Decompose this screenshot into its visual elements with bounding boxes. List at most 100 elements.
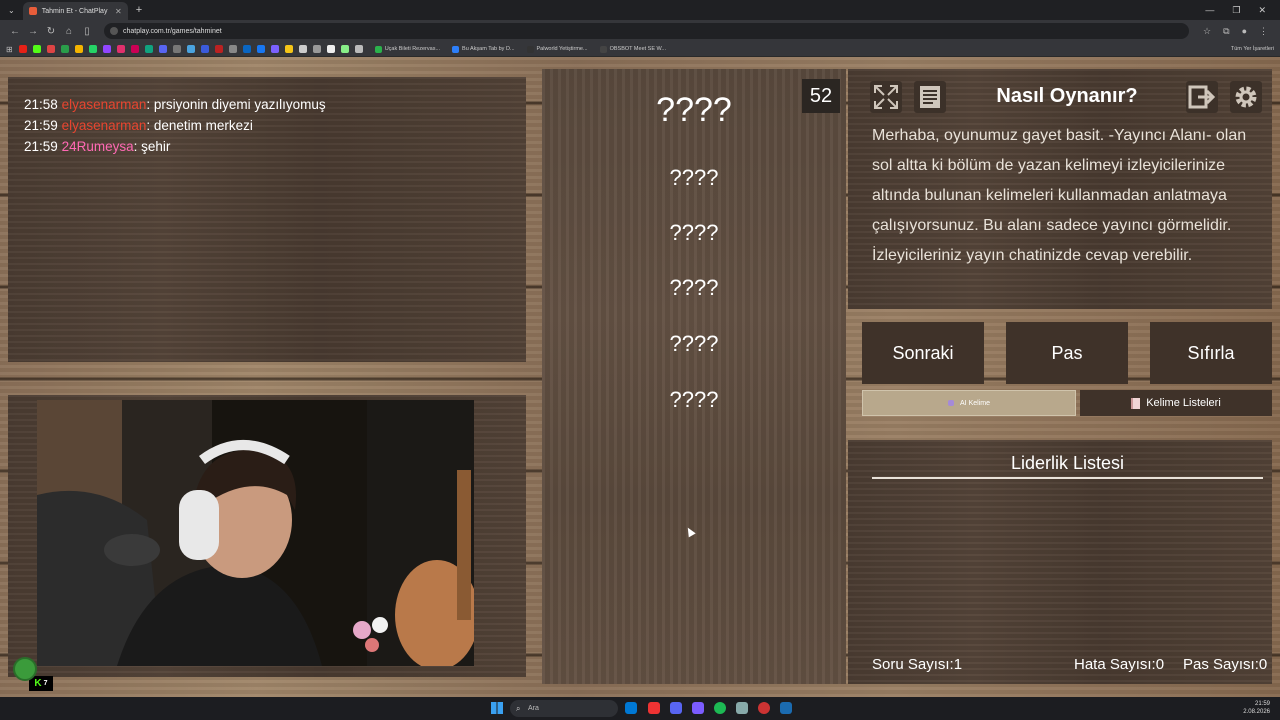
forbidden-word: ???? (669, 331, 719, 356)
reload-icon[interactable]: ↻ (42, 26, 60, 37)
bookmark-favicon-icon (526, 45, 534, 53)
chat-message: 21:59 24Rumeysa: şehir (24, 139, 170, 154)
x-icon[interactable] (326, 45, 335, 53)
app-icon[interactable] (692, 702, 704, 714)
bookmark-icon[interactable] (200, 45, 209, 53)
bookmark-link[interactable]: Uçak Bileti Rezervas... (374, 45, 440, 53)
url-field[interactable]: chatplay.com.tr/games/tahminet (104, 23, 1189, 39)
bookmark-icon[interactable] (354, 45, 363, 53)
forward-icon[interactable]: → (24, 26, 42, 37)
edge-icon[interactable] (625, 702, 637, 714)
close-tab-icon[interactable]: ✕ (115, 7, 122, 16)
bookmark-icon[interactable] (340, 45, 349, 53)
gmail-icon[interactable] (46, 45, 55, 53)
browser-tab-bar: ⌄ Tahmin Et - ChatPlay ✕ + — ❐ ✕ (0, 0, 1280, 20)
chat-message: 21:59 elyasenarman: denetim merkezi (24, 118, 253, 133)
forbidden-word: ???? (669, 387, 719, 412)
fullscreen-icon (874, 85, 898, 109)
bookmark-icon[interactable] (284, 45, 293, 53)
home-icon[interactable]: ⌂ (60, 26, 78, 37)
chat-message: 21:58 elyasenarman: prsiyonin diyemi yaz… (24, 97, 326, 112)
spotify-icon[interactable] (714, 702, 726, 714)
chrome-icon[interactable] (648, 702, 660, 714)
new-tab-icon[interactable]: + (136, 4, 142, 16)
chat-text: : prsiyonin diyemi yazılıyomuş (146, 97, 326, 112)
twitch-icon[interactable] (102, 45, 111, 53)
bookmarks-bar: ⊞ Uçak Bileti Rezervas... Bu Akşam Tab b… (0, 42, 1280, 57)
back-icon[interactable]: ← (6, 26, 24, 37)
sidebar-icon[interactable]: ▯ (78, 26, 96, 37)
tab-list-icon[interactable]: ⌄ (8, 6, 15, 15)
leaderboard-title: Liderlik Listesi (1010, 453, 1125, 473)
search-placeholder: Ara (528, 705, 539, 712)
app-icon[interactable] (670, 702, 682, 714)
address-bar-row: ← → ↻ ⌂ ▯ chatplay.com.tr/games/tahminet… (0, 20, 1280, 42)
taskbar-search[interactable]: ⌕ Ara (510, 700, 618, 717)
bookmark-icon[interactable] (186, 45, 195, 53)
link-icon[interactable] (130, 45, 139, 53)
minimize-icon[interactable]: — (1205, 5, 1214, 16)
how-to-play-title: Nasıl Oynanır? (996, 85, 1138, 107)
bookmark-icon[interactable] (172, 45, 181, 53)
system-clock[interactable]: 21:59 2.08.2026 (1243, 700, 1270, 716)
ai-word-label: AI Kelime (960, 399, 990, 407)
kick-icon[interactable] (32, 45, 41, 53)
bookmark-link[interactable]: OBSBOT Meet SE W... (599, 45, 666, 53)
obs-icon[interactable] (758, 702, 770, 714)
bookmark-star-icon[interactable]: ☆ (1203, 26, 1211, 37)
url-text: chatplay.com.tr/games/tahminet (123, 27, 222, 35)
close-window-icon[interactable]: ✕ (1258, 5, 1266, 16)
chat-time: 21:59 (24, 139, 58, 154)
steam-icon[interactable] (780, 702, 792, 714)
all-bookmarks-link[interactable]: Tüm Yer İşaretleri (1231, 46, 1274, 52)
bookmark-favicon-icon (452, 45, 460, 53)
pass-button[interactable]: Pas (1006, 322, 1128, 384)
chat-username: 24Rumeysa (61, 139, 134, 154)
discord-icon[interactable] (158, 45, 167, 53)
extensions-icon[interactable]: ⧉ (1223, 26, 1229, 37)
notebook-icon (1131, 397, 1141, 409)
bookmark-icon[interactable] (298, 45, 307, 53)
chat-time: 21:59 (24, 118, 58, 133)
whatsapp-icon[interactable] (88, 45, 97, 53)
fullscreen-button[interactable] (870, 81, 902, 113)
chat-text: : şehir (133, 139, 171, 154)
bookmark-favicon-icon (374, 45, 382, 53)
chat-username: elyasenarman (61, 118, 147, 133)
bookmark-icon[interactable] (228, 45, 237, 53)
settings-button[interactable] (1230, 81, 1262, 113)
start-icon[interactable] (491, 702, 503, 714)
bookmark-icon[interactable] (270, 45, 279, 53)
next-button[interactable]: Sonraki (862, 322, 984, 384)
forbidden-word: ???? (669, 275, 719, 300)
instagram-icon[interactable] (116, 45, 125, 53)
forbidden-word: ???? (669, 165, 719, 190)
youtube-icon[interactable] (18, 45, 27, 53)
chat-panel: 21:58 elyasenarman: prsiyonin diyemi yaz… (8, 77, 526, 362)
maximize-icon[interactable]: ❐ (1232, 5, 1240, 16)
chatgpt-icon[interactable] (144, 45, 153, 53)
bookmark-icon[interactable] (312, 45, 321, 53)
bookmark-link[interactable]: Palworld Yetiştirme... (526, 45, 588, 53)
browser-tab[interactable]: Tahmin Et - ChatPlay ✕ (22, 2, 128, 20)
menu-icon[interactable]: ⋮ (1259, 26, 1268, 37)
bookmark-link[interactable]: Bu Akşam Tab by D... (452, 45, 515, 53)
apps-icon[interactable]: ⊞ (6, 45, 13, 54)
drive-icon[interactable] (74, 45, 83, 53)
profile-avatar[interactable]: ● (1242, 26, 1247, 37)
app-icon[interactable] (736, 702, 748, 714)
sheets-icon[interactable] (60, 45, 69, 53)
site-info-icon[interactable] (110, 27, 118, 35)
kick-logo-icon (13, 657, 37, 681)
ai-word-button[interactable]: AI Kelime (862, 390, 1076, 416)
clock-date: 2.08.2026 (1243, 709, 1270, 715)
bookmark-icon[interactable] (256, 45, 265, 53)
reset-button[interactable]: Sıfırla (1150, 322, 1272, 384)
linkedin-icon[interactable] (242, 45, 251, 53)
bookmark-icon[interactable] (214, 45, 223, 53)
word-lists-button[interactable]: Kelime Listeleri (1080, 390, 1272, 416)
logout-button[interactable] (1186, 81, 1218, 113)
leaderboard-divider (872, 477, 1263, 479)
search-icon: ⌕ (516, 704, 521, 713)
rules-button[interactable] (914, 81, 946, 113)
